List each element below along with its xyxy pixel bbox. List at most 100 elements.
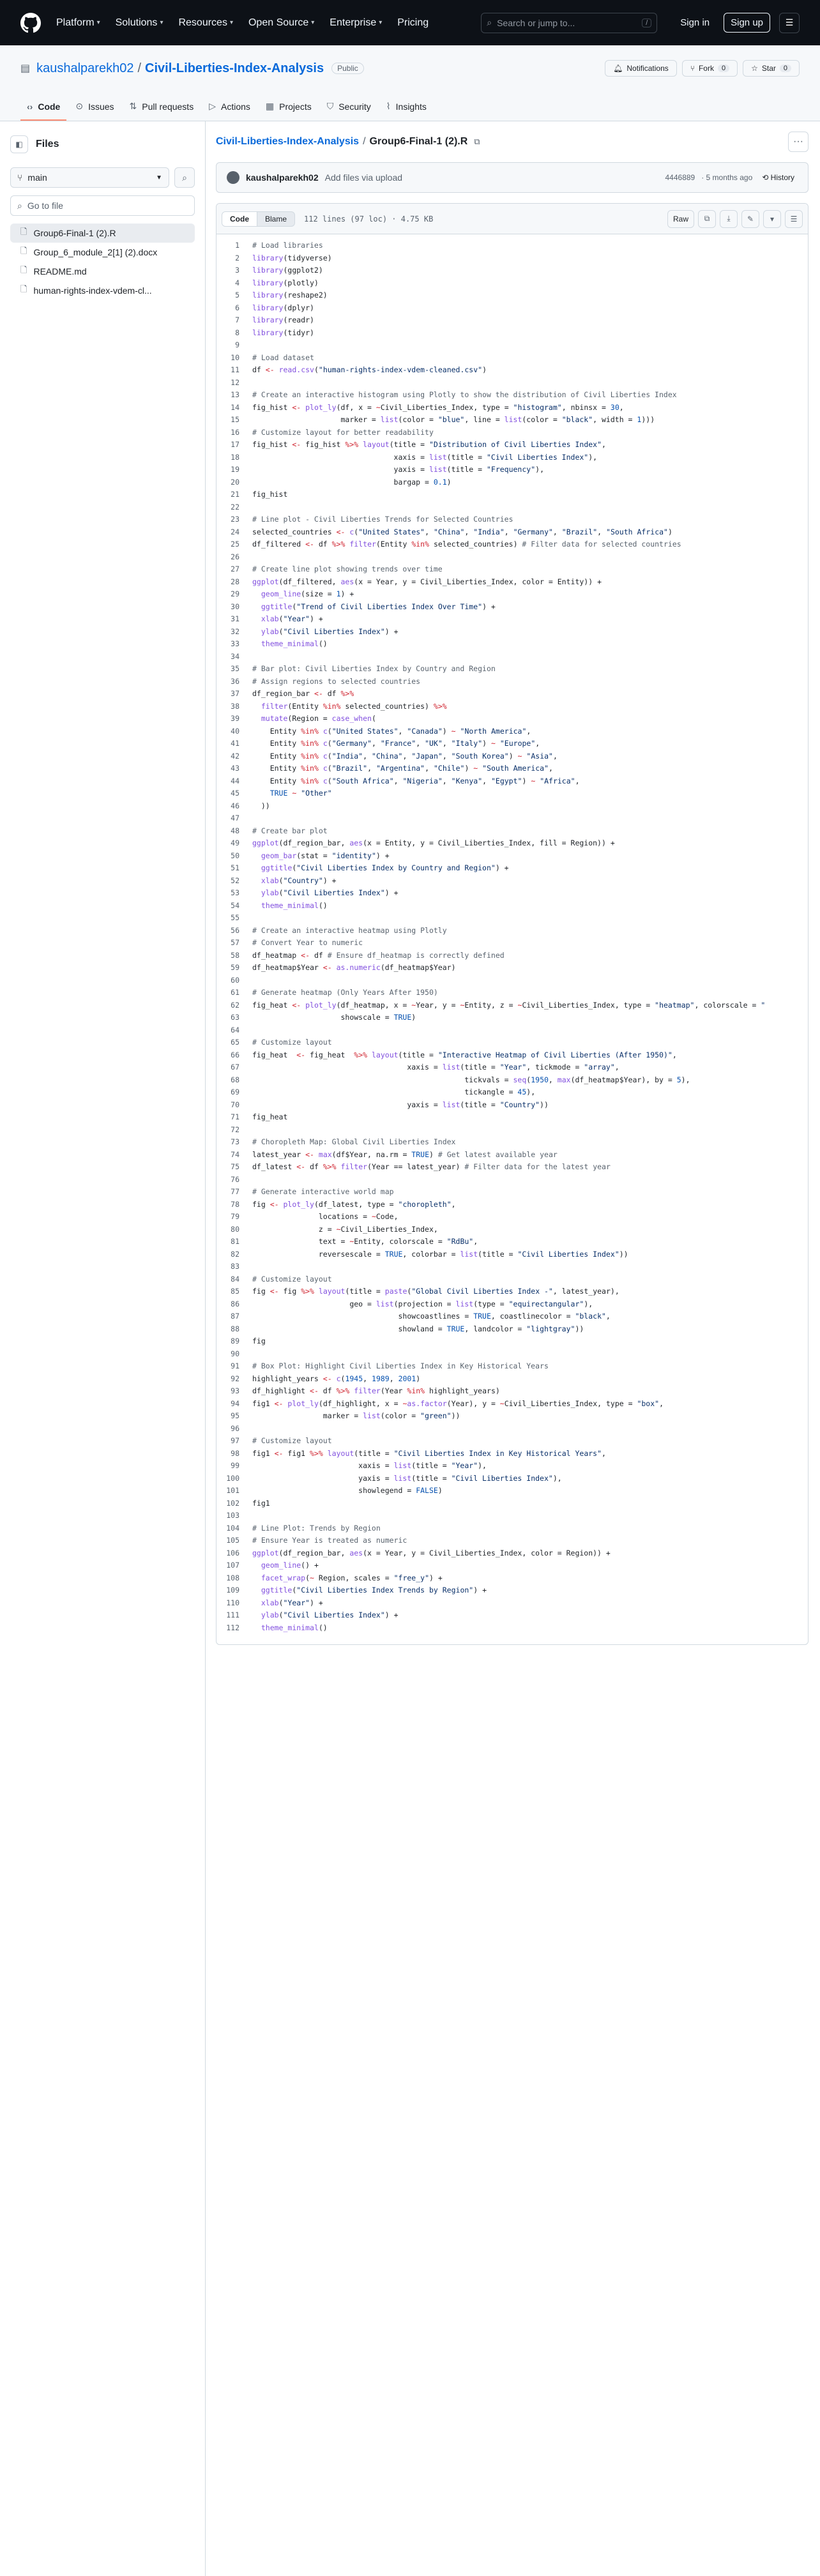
line-number[interactable]: 32 [216, 626, 252, 639]
line-number[interactable]: 65 [216, 1036, 252, 1049]
file-tree-item[interactable]: 🗋 Group6-Final-1 (2).R [10, 224, 195, 243]
tab-code[interactable]: ‹› Code [20, 102, 67, 121]
line-number[interactable]: 52 [216, 875, 252, 888]
line-number[interactable]: 106 [216, 1547, 252, 1560]
line-number[interactable]: 17 [216, 439, 252, 451]
edit-icon[interactable]: ✎ [741, 209, 759, 228]
more-options-icon[interactable]: ··· [788, 132, 809, 152]
fork-button[interactable]: ⑂ Fork 0 [681, 60, 738, 77]
line-number[interactable]: 10 [216, 352, 252, 365]
line-number[interactable]: 107 [216, 1559, 252, 1572]
line-number[interactable]: 42 [216, 750, 252, 763]
line-number[interactable]: 5 [216, 289, 252, 302]
line-number[interactable]: 82 [216, 1248, 252, 1261]
commit-author[interactable]: kaushalparekh02 [246, 172, 319, 183]
line-number[interactable]: 54 [216, 900, 252, 913]
chevron-down-icon[interactable]: ▾ [763, 209, 781, 228]
line-number[interactable]: 36 [216, 676, 252, 688]
line-number[interactable]: 41 [216, 738, 252, 750]
line-number[interactable]: 78 [216, 1199, 252, 1211]
line-number[interactable]: 79 [216, 1211, 252, 1224]
line-number[interactable]: 37 [216, 688, 252, 701]
line-number[interactable]: 74 [216, 1149, 252, 1162]
file-tree-item[interactable]: 🗋 human-rights-index-vdem-cl... [10, 281, 195, 300]
line-number[interactable]: 92 [216, 1373, 252, 1386]
nav-item-resources[interactable]: Resources ▾ [178, 17, 233, 29]
line-number[interactable]: 96 [216, 1423, 252, 1436]
line-number[interactable]: 103 [216, 1510, 252, 1522]
line-number[interactable]: 18 [216, 451, 252, 464]
repo-name-link[interactable]: Civil-Liberties-Index-Analysis [145, 61, 324, 76]
line-number[interactable]: 26 [216, 551, 252, 564]
line-number[interactable]: 105 [216, 1534, 252, 1547]
line-number[interactable]: 20 [216, 476, 252, 489]
line-number[interactable]: 24 [216, 526, 252, 539]
line-number[interactable]: 4 [216, 277, 252, 290]
repo-owner-link[interactable]: kaushalparekh02 [36, 61, 133, 76]
search-input[interactable]: ⌕ Search or jump to... / [481, 12, 658, 33]
avatar[interactable] [227, 171, 239, 184]
line-number[interactable]: 38 [216, 701, 252, 713]
sidebar-collapse-icon[interactable]: ◧ [10, 135, 28, 153]
line-number[interactable]: 60 [216, 974, 252, 987]
branch-selector[interactable]: ⑂ main ▼ [10, 167, 169, 188]
line-number[interactable]: 66 [216, 1049, 252, 1062]
line-number[interactable]: 57 [216, 937, 252, 950]
line-number[interactable]: 15 [216, 414, 252, 427]
line-number[interactable]: 100 [216, 1473, 252, 1485]
line-number[interactable]: 67 [216, 1061, 252, 1074]
line-number[interactable]: 44 [216, 775, 252, 788]
raw-button[interactable]: Raw [667, 209, 694, 228]
line-number[interactable]: 85 [216, 1285, 252, 1298]
line-number[interactable]: 53 [216, 887, 252, 900]
star-button[interactable]: ☆ Star 0 [743, 60, 800, 77]
breadcrumb-repo-link[interactable]: Civil-Liberties-Index-Analysis [216, 136, 359, 148]
line-number[interactable]: 81 [216, 1236, 252, 1248]
line-number[interactable]: 31 [216, 613, 252, 626]
sign-up-button[interactable]: Sign up [724, 13, 770, 33]
line-number[interactable]: 51 [216, 862, 252, 875]
file-tree-item[interactable]: 🗋 Group_6_module_2[1] (2).docx [10, 243, 195, 262]
line-number[interactable]: 43 [216, 762, 252, 775]
blame-view-tab[interactable]: Blame [257, 212, 294, 226]
line-number[interactable]: 108 [216, 1572, 252, 1585]
line-number[interactable]: 39 [216, 713, 252, 725]
line-number[interactable]: 35 [216, 663, 252, 676]
tab-insights[interactable]: ⌇ Insights [380, 101, 433, 121]
line-number[interactable]: 76 [216, 1174, 252, 1186]
line-number[interactable]: 9 [216, 339, 252, 352]
line-number[interactable]: 11 [216, 364, 252, 377]
line-number[interactable]: 12 [216, 377, 252, 390]
line-number[interactable]: 88 [216, 1323, 252, 1336]
line-number[interactable]: 86 [216, 1298, 252, 1311]
line-number[interactable]: 29 [216, 588, 252, 601]
line-number[interactable]: 28 [216, 576, 252, 589]
code-view-tab[interactable]: Code [222, 211, 257, 226]
line-number[interactable]: 101 [216, 1485, 252, 1497]
line-number[interactable]: 83 [216, 1261, 252, 1273]
sign-in-link[interactable]: Sign in [680, 17, 710, 28]
line-number[interactable]: 49 [216, 837, 252, 850]
line-number[interactable]: 90 [216, 1348, 252, 1361]
line-number[interactable]: 104 [216, 1522, 252, 1535]
line-number[interactable]: 95 [216, 1410, 252, 1423]
line-number[interactable]: 2 [216, 252, 252, 265]
line-number[interactable]: 1 [216, 239, 252, 252]
line-number[interactable]: 45 [216, 787, 252, 800]
copy-icon[interactable]: ⧉ [698, 209, 716, 228]
line-number[interactable]: 94 [216, 1398, 252, 1411]
line-number[interactable]: 58 [216, 950, 252, 962]
line-number[interactable]: 110 [216, 1597, 252, 1610]
menu-icon[interactable]: ☰ [779, 12, 800, 33]
line-number[interactable]: 23 [216, 513, 252, 526]
commit-message[interactable]: Add files via upload [325, 172, 402, 183]
line-number[interactable]: 75 [216, 1161, 252, 1174]
line-number[interactable]: 16 [216, 427, 252, 439]
line-number[interactable]: 8 [216, 327, 252, 340]
line-number[interactable]: 59 [216, 962, 252, 974]
tab-projects[interactable]: ▦ Projects [259, 101, 318, 121]
line-number[interactable]: 70 [216, 1099, 252, 1112]
line-number[interactable]: 87 [216, 1310, 252, 1323]
line-number[interactable]: 69 [216, 1086, 252, 1099]
github-logo-icon[interactable] [20, 12, 41, 33]
